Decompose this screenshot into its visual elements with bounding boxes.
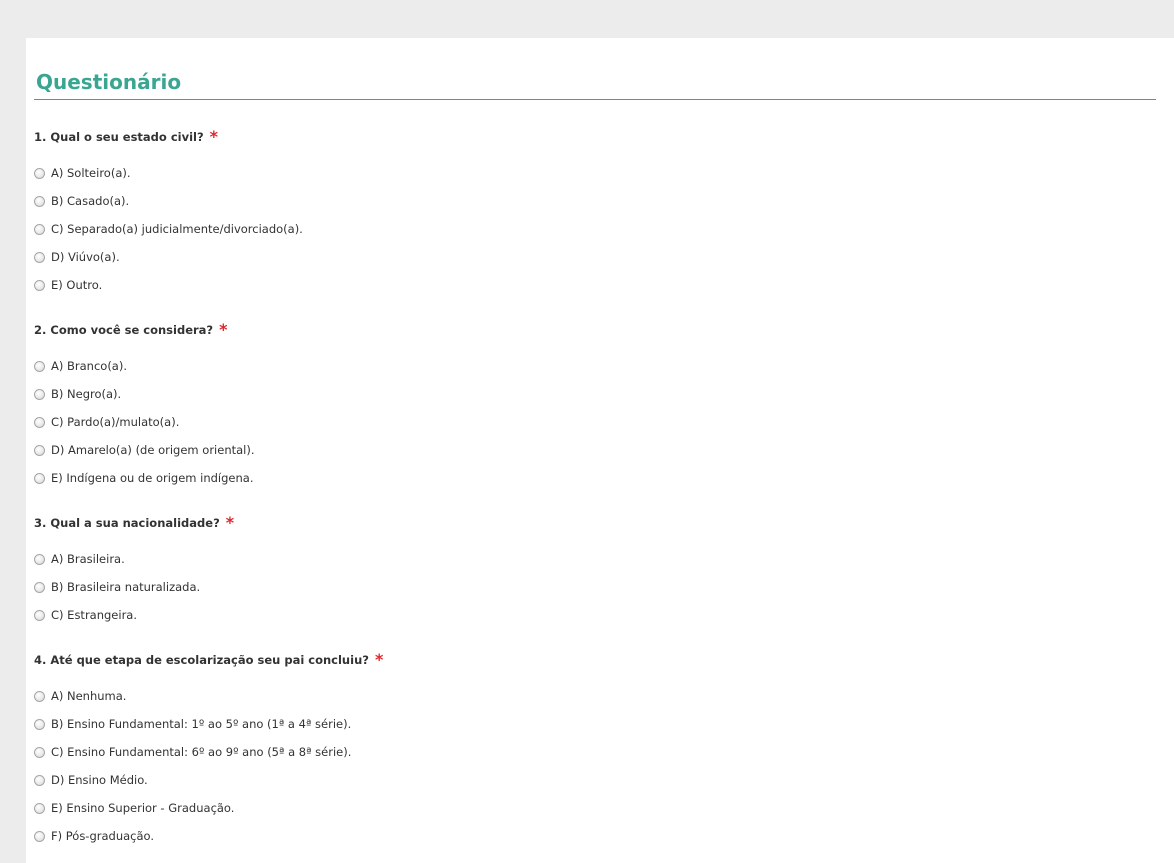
option-label: C) Estrangeira. [51, 608, 138, 622]
q4-option-b[interactable]: B) Ensino Fundamental: 1º ao 5º ano (1ª … [34, 716, 351, 732]
radio-button[interactable] [34, 472, 45, 484]
option-label: B) Negro(a). [51, 387, 122, 401]
option-label: C) Ensino Fundamental: 6º ao 9º ano (5ª … [51, 745, 352, 759]
radio-button[interactable] [34, 251, 45, 263]
option-label: B) Ensino Fundamental: 1º ao 5º ano (1ª … [51, 717, 352, 731]
radio-button[interactable] [34, 195, 45, 207]
radio-button[interactable] [34, 388, 45, 400]
required-marker: * [374, 650, 384, 669]
q2-option-a[interactable]: A) Branco(a). [34, 358, 127, 374]
page-title: Questionário [36, 70, 182, 94]
question-label: 1. Qual o seu estado civil? [34, 130, 204, 144]
option-label: D) Viúvo(a). [51, 250, 120, 264]
q2-option-b[interactable]: B) Negro(a). [34, 386, 121, 402]
option-label: B) Casado(a). [51, 194, 130, 208]
q4-option-d[interactable]: D) Ensino Médio. [34, 772, 148, 788]
q1-option-a[interactable]: A) Solteiro(a). [34, 165, 131, 181]
question-label: 4. Até que etapa de escolarização seu pa… [34, 653, 369, 667]
radio-button[interactable] [34, 553, 45, 565]
option-label: F) Pós-graduação. [51, 829, 155, 843]
radio-button[interactable] [34, 360, 45, 372]
option-label: E) Outro. [51, 278, 103, 292]
q4-option-a[interactable]: A) Nenhuma. [34, 688, 126, 704]
radio-button[interactable] [34, 774, 45, 786]
radio-button[interactable] [34, 830, 45, 842]
q4-option-c[interactable]: C) Ensino Fundamental: 6º ao 9º ano (5ª … [34, 744, 351, 760]
q4-option-f[interactable]: F) Pós-graduação. [34, 828, 154, 844]
question-2: 2. Como você se considera? * [34, 319, 228, 339]
option-label: A) Branco(a). [51, 359, 127, 373]
option-label: A) Nenhuma. [51, 689, 127, 703]
radio-button[interactable] [34, 609, 45, 621]
q2-option-d[interactable]: D) Amarelo(a) (de origem oriental). [34, 442, 255, 458]
radio-button[interactable] [34, 416, 45, 428]
question-label: 2. Como você se considera? [34, 323, 214, 337]
required-marker: * [209, 127, 219, 146]
radio-button[interactable] [34, 718, 45, 730]
option-label: E) Ensino Superior - Graduação. [51, 801, 235, 815]
radio-button[interactable] [34, 746, 45, 758]
title-divider [34, 99, 1156, 100]
q1-option-e[interactable]: E) Outro. [34, 277, 102, 293]
q1-option-d[interactable]: D) Viúvo(a). [34, 249, 120, 265]
radio-button[interactable] [34, 444, 45, 456]
question-3: 3. Qual a sua nacionalidade? * [34, 512, 235, 532]
q3-option-b[interactable]: B) Brasileira naturalizada. [34, 579, 200, 595]
required-marker: * [225, 513, 235, 532]
q1-option-b[interactable]: B) Casado(a). [34, 193, 129, 209]
option-label: D) Ensino Médio. [51, 773, 148, 787]
option-label: A) Brasileira. [51, 552, 125, 566]
option-label: B) Brasileira naturalizada. [51, 580, 201, 594]
option-label: C) Pardo(a)/mulato(a). [51, 415, 180, 429]
q2-option-c[interactable]: C) Pardo(a)/mulato(a). [34, 414, 179, 430]
option-label: E) Indígena ou de origem indígena. [51, 471, 254, 485]
question-4: 4. Até que etapa de escolarização seu pa… [34, 649, 384, 669]
radio-button[interactable] [34, 167, 45, 179]
q3-option-c[interactable]: C) Estrangeira. [34, 607, 137, 623]
radio-button[interactable] [34, 690, 45, 702]
required-marker: * [219, 320, 228, 339]
option-label: C) Separado(a) judicialmente/divorciado(… [51, 222, 303, 236]
radio-button[interactable] [34, 279, 45, 291]
radio-button[interactable] [34, 581, 45, 593]
radio-button[interactable] [34, 223, 45, 235]
q2-option-e[interactable]: E) Indígena ou de origem indígena. [34, 470, 254, 486]
question-1: 1. Qual o seu estado civil? * [34, 126, 219, 146]
q1-option-c[interactable]: C) Separado(a) judicialmente/divorciado(… [34, 221, 303, 237]
question-label: 3. Qual a sua nacionalidade? [34, 516, 220, 530]
q3-option-a[interactable]: A) Brasileira. [34, 551, 125, 567]
radio-button[interactable] [34, 802, 45, 814]
q4-option-e[interactable]: E) Ensino Superior - Graduação. [34, 800, 234, 816]
option-label: D) Amarelo(a) (de origem oriental). [51, 443, 255, 457]
questionnaire-panel: Questionário 1. Qual o seu estado civil?… [26, 38, 1174, 863]
option-label: A) Solteiro(a). [51, 166, 131, 180]
